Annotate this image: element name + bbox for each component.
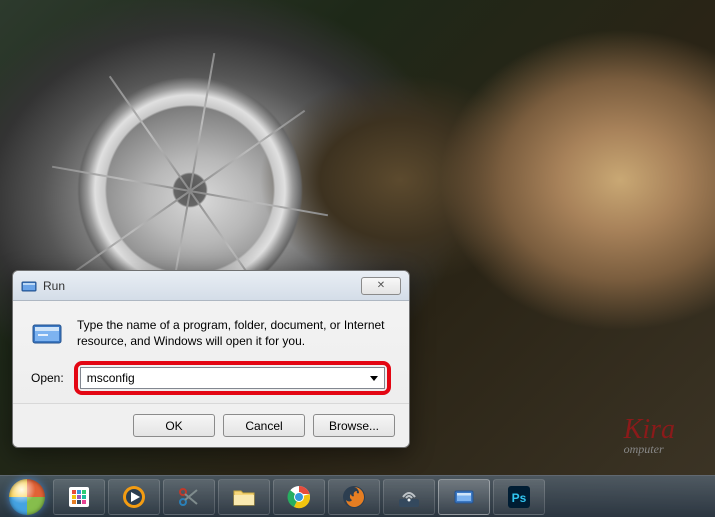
wmp-icon [122,485,146,509]
close-icon: ✕ [377,280,385,291]
taskbar-item-chrome[interactable] [273,479,325,515]
folder-icon [232,485,256,509]
close-button[interactable]: ✕ [361,277,401,295]
ok-button[interactable]: OK [133,414,215,437]
taskbar-item-snipping[interactable] [163,479,215,515]
run-icon [21,278,37,294]
taskbar-item-run[interactable] [438,479,490,515]
scissors-icon [177,485,201,509]
input-highlight [74,361,391,395]
titlebar[interactable]: Run ✕ [13,271,409,301]
taskbar-item-network[interactable] [383,479,435,515]
dialog-buttons: OK Cancel Browse... [13,403,409,447]
cancel-button[interactable]: Cancel [223,414,305,437]
dropdown-caret-icon[interactable] [370,376,378,381]
open-combobox[interactable] [80,367,385,389]
firefox-icon [342,485,366,509]
taskbar: Ps [0,475,715,517]
taskbar-item-apps[interactable] [53,479,105,515]
run-small-icon [452,485,476,509]
run-large-icon [31,317,63,349]
wallpaper-watermark: Kira omputer [624,414,675,457]
dialog-title: Run [43,279,361,293]
browse-button[interactable]: Browse... [313,414,395,437]
taskbar-item-photoshop[interactable]: Ps [493,479,545,515]
run-dialog: Run ✕ Type the name of a program, folder… [12,270,410,448]
dialog-body-text: Type the name of a program, folder, docu… [77,317,391,349]
open-label: Open: [31,371,64,385]
open-input[interactable] [87,371,370,385]
start-button[interactable] [4,477,50,517]
chrome-icon [287,485,311,509]
watermark-name: Kira [624,414,675,445]
wifi-icon [397,485,421,509]
taskbar-item-explorer[interactable] [218,479,270,515]
windows-logo-icon [9,479,45,515]
taskbar-item-firefox[interactable] [328,479,380,515]
grid-icon [67,485,91,509]
svg-text:Ps: Ps [512,491,527,505]
ps-icon: Ps [507,485,531,509]
taskbar-item-media-player[interactable] [108,479,160,515]
